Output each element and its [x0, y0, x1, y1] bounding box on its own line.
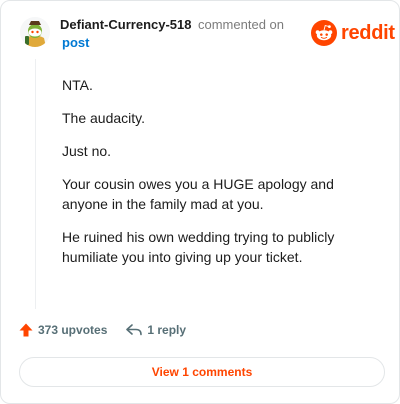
reply-count: 1 reply [147, 323, 187, 337]
arrow-up-icon [19, 323, 33, 337]
commented-on-text: commented on [198, 17, 284, 32]
post-link[interactable]: post [62, 35, 89, 50]
upvote-button[interactable]: 373 upvotes [18, 322, 107, 338]
comment-paragraph: NTA. [62, 77, 93, 93]
view-comments-label: View 1 comments [151, 365, 253, 379]
snoo-avatar-icon [20, 17, 50, 47]
reply-button[interactable]: 1 reply [125, 323, 186, 337]
comment-card: Defiant-Currency-518 commented on post r… [0, 0, 400, 404]
comment-body: NTA. The audacity. Just no. Your cousin … [62, 75, 362, 280]
reply-icon [126, 324, 143, 336]
upvote-count: 373 upvotes [38, 323, 108, 337]
comment-paragraph: The audacity. [62, 110, 146, 126]
comment-actions: 373 upvotes 1 reply [18, 322, 186, 338]
reddit-wordmark: reddit [341, 21, 395, 44]
thread-line [35, 59, 36, 309]
reddit-logo[interactable]: reddit [311, 20, 395, 46]
snoo-icon [311, 20, 337, 46]
avatar[interactable] [20, 17, 50, 47]
comment-paragraph: Your cousin owes you a HUGE apology and … [62, 176, 334, 212]
view-comments-button[interactable]: View 1 comments [19, 357, 385, 387]
author-username[interactable]: Defiant-Currency-518 [60, 17, 192, 32]
comment-paragraph: Just no. [62, 143, 112, 159]
comment-paragraph: He ruined his own wedding trying to publ… [62, 229, 335, 265]
